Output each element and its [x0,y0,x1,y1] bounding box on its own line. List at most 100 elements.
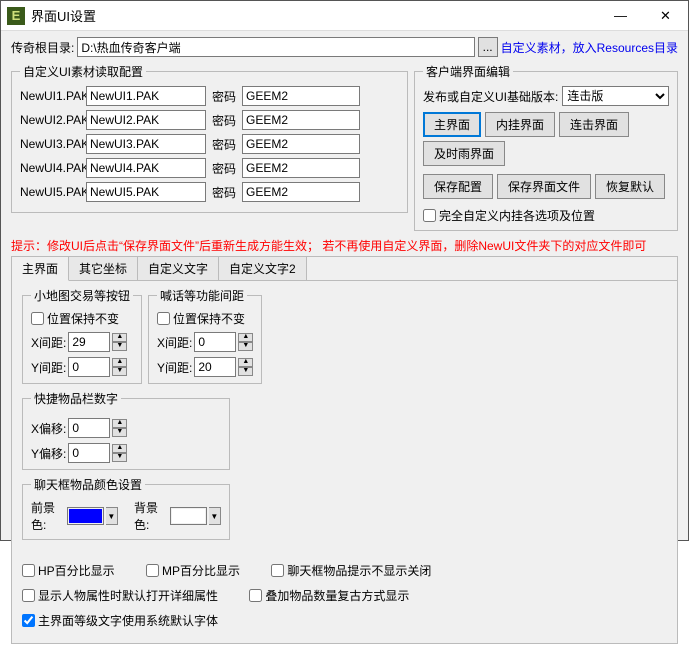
tab-0[interactable]: 主界面 [12,257,69,281]
window-title: 界面UI设置 [31,6,598,25]
quickbar-legend: 快捷物品栏数字 [31,390,121,407]
fg-color-drop[interactable]: ▼ [106,507,118,525]
g3-y-up[interactable]: ▲ [112,444,127,453]
stack-label: 叠加物品数量复古方式显示 [265,587,409,604]
tab-1[interactable]: 其它坐标 [69,257,138,280]
g3-x-label: X偏移: [31,420,66,437]
g1-x-input[interactable] [68,332,110,352]
g3-y-label: Y偏移: [31,445,66,462]
pak-pwd-label-0: 密码 [210,88,238,105]
g2-x-label: X间距: [157,334,192,351]
minimize-button[interactable]: — [598,1,643,31]
cfg-button-0[interactable]: 保存配置 [423,174,493,199]
pak-pwd-input-3[interactable] [242,158,360,178]
fg-color-box[interactable] [67,507,104,525]
g2-y-up[interactable]: ▲ [238,358,253,367]
custom-hint-link[interactable]: 自定义素材，放入Resources目录 [501,39,678,56]
pak-name-input-1[interactable] [86,110,206,130]
pak-label-1: NewUI2.PAK [20,113,82,127]
stack-checkbox[interactable] [249,589,262,602]
g2-y-input[interactable] [194,357,236,377]
cfg-button-1[interactable]: 保存界面文件 [497,174,591,199]
g2-keeppos-checkbox[interactable] [157,312,170,325]
titlebar: E 界面UI设置 — ✕ [1,1,688,31]
pak-name-input-2[interactable] [86,134,206,154]
g2-keeppos-label: 位置保持不变 [173,310,245,327]
cfg-button-2[interactable]: 恢复默认 [595,174,665,199]
chatcolor-group: 聊天框物品颜色设置 前景色: ▼ 背景色: ▼ [22,476,230,540]
hp-checkbox[interactable] [22,564,35,577]
mp-checkbox[interactable] [146,564,159,577]
pak-pwd-label-3: 密码 [210,160,238,177]
pak-pwd-input-2[interactable] [242,134,360,154]
chattip-label: 聊天框物品提示不显示关闭 [287,562,431,579]
g1-keeppos-label: 位置保持不变 [47,310,119,327]
mp-label: MP百分比显示 [162,562,240,579]
tab-2[interactable]: 自定义文字 [138,257,219,280]
ui-button-3[interactable]: 及时雨界面 [423,141,505,166]
g1-keeppos-checkbox[interactable] [31,312,44,325]
g1-x-label: X间距: [31,334,66,351]
pak-name-input-4[interactable] [86,182,206,202]
chattip-checkbox[interactable] [271,564,284,577]
pak-config-group: 自定义UI素材读取配置 NewUI1.PAK 密码 NewUI2.PAK 密码 NewU… [11,63,408,213]
client-ui-edit-legend: 客户端界面编辑 [423,63,513,80]
g3-x-input[interactable] [68,418,110,438]
g1-y-label: Y间距: [31,359,66,376]
shout-legend: 喊话等功能间距 [157,287,247,304]
g1-x-up[interactable]: ▲ [112,333,127,342]
bg-color-drop[interactable]: ▼ [209,507,221,525]
full-custom-label: 完全自定义内挂各选项及位置 [439,207,595,224]
bg-color-box[interactable] [170,507,207,525]
g2-x-up[interactable]: ▲ [238,333,253,342]
pak-pwd-input-1[interactable] [242,110,360,130]
bg-label: 背景色: [134,499,168,533]
g2-y-label: Y间距: [157,359,192,376]
g3-x-up[interactable]: ▲ [112,419,127,428]
ui-button-2[interactable]: 连击界面 [559,112,629,137]
g2-x-down[interactable]: ▼ [238,342,253,351]
font-label: 主界面等级文字使用系统默认字体 [38,612,218,629]
g3-y-input[interactable] [68,443,110,463]
minimap-legend: 小地图交易等按钮 [31,287,133,304]
hint-text: 提示：修改UI后点击“保存界面文件”后重新生成方能生效； 若不再使用自定义界面，… [11,237,678,254]
g2-y-down[interactable]: ▼ [238,367,253,376]
g3-x-down[interactable]: ▼ [112,428,127,437]
pak-label-2: NewUI3.PAK [20,137,82,151]
g1-y-input[interactable] [68,357,110,377]
tab-3[interactable]: 自定义文字2 [219,257,307,280]
pak-pwd-input-0[interactable] [242,86,360,106]
ui-button-0[interactable]: 主界面 [423,112,481,137]
root-dir-label: 传奇根目录: [11,39,74,56]
pak-pwd-label-1: 密码 [210,112,238,129]
attr-checkbox[interactable] [22,589,35,602]
browse-button[interactable]: ... [478,37,498,57]
pak-label-4: NewUI5.PAK [20,185,82,199]
close-button[interactable]: ✕ [643,1,688,31]
pak-label-3: NewUI4.PAK [20,161,82,175]
root-dir-input[interactable] [77,37,474,57]
pak-name-input-3[interactable] [86,158,206,178]
g1-y-down[interactable]: ▼ [112,367,127,376]
attr-label: 显示人物属性时默认打开详细属性 [38,587,218,604]
font-checkbox[interactable] [22,614,35,627]
full-custom-checkbox[interactable] [423,209,436,222]
base-version-label: 发布或自定义UI基础版本: [423,88,558,105]
g2-x-input[interactable] [194,332,236,352]
g1-y-up[interactable]: ▲ [112,358,127,367]
g3-y-down[interactable]: ▼ [112,453,127,462]
minimap-group: 小地图交易等按钮 位置保持不变 X间距:▲▼ Y间距:▲▼ [22,287,142,384]
g1-x-down[interactable]: ▼ [112,342,127,351]
app-icon: E [7,7,25,25]
pak-name-input-0[interactable] [86,86,206,106]
ui-button-1[interactable]: 内挂界面 [485,112,555,137]
chatcolor-legend: 聊天框物品颜色设置 [31,476,145,493]
base-version-select[interactable]: 连击版 [562,86,669,106]
client-ui-edit-group: 客户端界面编辑 发布或自定义UI基础版本: 连击版 主界面内挂界面连击界面及时雨… [414,63,678,231]
tabstrip: 主界面其它坐标自定义文字自定义文字2 [12,257,677,281]
pak-pwd-input-4[interactable] [242,182,360,202]
shout-group: 喊话等功能间距 位置保持不变 X间距:▲▼ Y间距:▲▼ [148,287,262,384]
pak-label-0: NewUI1.PAK [20,89,82,103]
pak-config-legend: 自定义UI素材读取配置 [20,63,146,80]
quickbar-group: 快捷物品栏数字 X偏移:▲▼ Y偏移:▲▼ [22,390,230,470]
